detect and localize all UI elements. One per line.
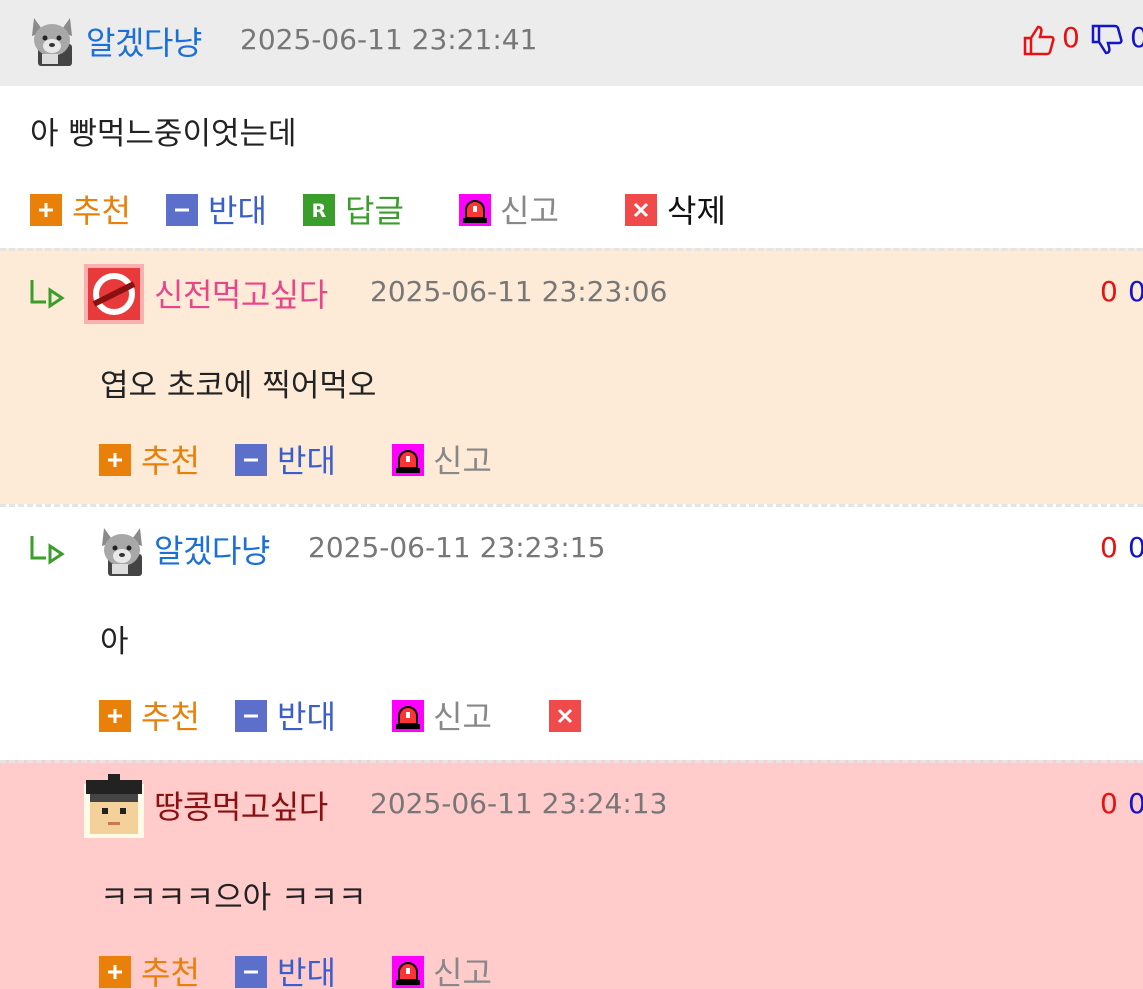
plus-icon[interactable] [99, 956, 131, 988]
plus-icon[interactable] [99, 700, 131, 732]
oppose-button[interactable]: 반대 [277, 692, 336, 738]
comment-4-reply: 땅콩먹고싶다 2025-06-11 23:24:13 0 0 ㅋㅋㅋㅋ으아 ㅋㅋ… [0, 760, 1143, 989]
comment-divider [0, 248, 1143, 251]
upvote-count: 0 [1100, 531, 1118, 564]
comment-divider [0, 504, 1143, 507]
comment-body: 아 [100, 624, 129, 660]
comment-1: 알겠다냥 2025-06-11 23:21:41 0 0 아 빵먹느중이엇는데 … [0, 0, 1143, 248]
recommend-button[interactable]: 추천 [141, 436, 200, 482]
downvote-count: 0 [1130, 21, 1143, 54]
report-button[interactable]: 신고 [433, 436, 492, 482]
avatar-cat-icon[interactable] [24, 14, 80, 70]
upvote-count: 0 [1062, 21, 1080, 54]
report-button[interactable]: 신고 [433, 948, 492, 989]
plus-icon[interactable] [30, 194, 62, 226]
minus-icon[interactable] [235, 956, 267, 988]
siren-icon[interactable] [392, 444, 424, 476]
comment-divider [0, 760, 1143, 763]
delete-icon[interactable] [549, 700, 581, 732]
oppose-button[interactable]: 반대 [277, 436, 336, 482]
plus-icon[interactable] [99, 444, 131, 476]
comment-body: 아 빵먹느중이엇는데 [30, 116, 297, 152]
comment-body: 엽오 초코에 찍어먹오 [100, 368, 377, 404]
recommend-button[interactable]: 추천 [141, 948, 200, 989]
comment-nickname[interactable]: 신전먹고싶다 [154, 270, 328, 316]
reply-button[interactable]: 답글 [345, 186, 404, 232]
delete-button[interactable]: 삭제 [667, 186, 726, 232]
siren-icon[interactable] [392, 956, 424, 988]
comment-3-reply: 알겠다냥 2025-06-11 23:23:15 0 0 아 추천 반대 신고 [0, 504, 1143, 760]
comment-body: ㅋㅋㅋㅋ으아 ㅋㅋㅋ [100, 880, 367, 916]
avatar-graduate-icon[interactable] [84, 774, 144, 838]
comment-datetime: 2025-06-11 23:24:13 [370, 787, 668, 820]
comment-nickname[interactable]: 알겠다냥 [154, 526, 270, 572]
upvote-count: 0 [1100, 787, 1118, 820]
oppose-button[interactable]: 반대 [277, 948, 336, 989]
reply-arrow-icon [30, 536, 65, 565]
recommend-button[interactable]: 추천 [141, 692, 200, 738]
minus-icon[interactable] [235, 444, 267, 476]
downvote-count: 0 [1128, 275, 1143, 308]
avatar-cat-icon[interactable] [94, 524, 150, 580]
downvote-count: 0 [1128, 531, 1143, 564]
report-button[interactable]: 신고 [500, 186, 559, 232]
report-button[interactable]: 신고 [433, 692, 492, 738]
siren-icon[interactable] [392, 700, 424, 732]
thumbs-up-icon[interactable] [1022, 24, 1056, 56]
comment-2-reply: 신전먹고싶다 2025-06-11 23:23:06 0 0 엽오 초코에 찍어… [0, 248, 1143, 504]
oppose-button[interactable]: 반대 [208, 186, 267, 232]
downvote-count: 0 [1128, 787, 1143, 820]
reply-icon[interactable]: R [303, 194, 335, 226]
thumbs-down-icon[interactable] [1090, 24, 1124, 56]
delete-icon[interactable] [625, 194, 657, 226]
recommend-button[interactable]: 추천 [72, 186, 131, 232]
comment-nickname[interactable]: 알겠다냥 [86, 18, 202, 64]
upvote-count: 0 [1100, 275, 1118, 308]
comment-datetime: 2025-06-11 23:23:06 [370, 275, 668, 308]
minus-icon[interactable] [235, 700, 267, 732]
siren-icon[interactable] [459, 194, 491, 226]
comment-datetime: 2025-06-11 23:21:41 [240, 23, 538, 56]
comment-datetime: 2025-06-11 23:23:15 [308, 531, 606, 564]
minus-icon[interactable] [166, 194, 198, 226]
svg-text:R: R [312, 200, 327, 222]
reply-arrow-icon [30, 280, 65, 309]
comment-nickname[interactable]: 땅콩먹고싶다 [154, 782, 328, 828]
avatar-red-icon[interactable] [84, 264, 144, 324]
